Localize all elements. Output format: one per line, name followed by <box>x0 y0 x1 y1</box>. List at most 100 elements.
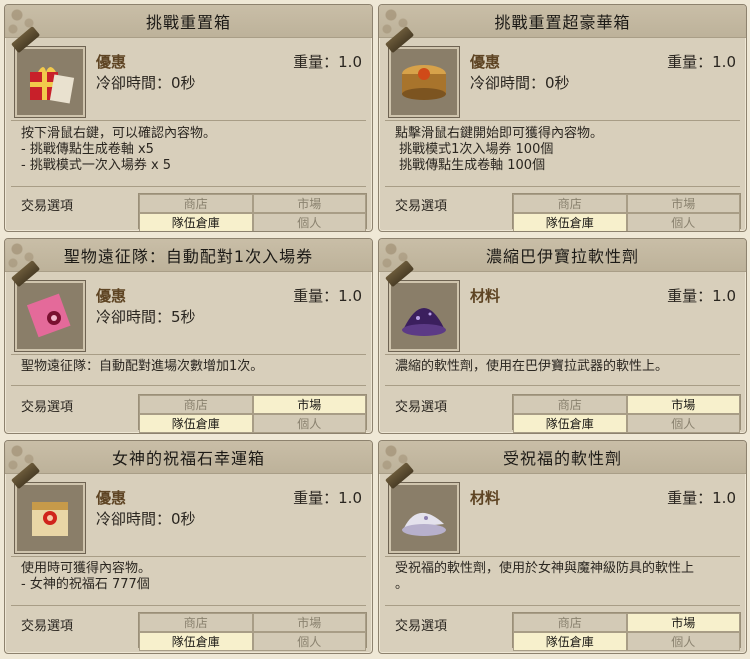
trade-options: 商店 市場 隊伍倉庫 個人 <box>512 193 741 231</box>
item-card: 挑戰重置箱 優惠 重量：1.0 冷卻時間：0秒 按下滑鼠右鍵，可以確認內容物。 … <box>4 4 373 232</box>
lucky-box-icon <box>32 502 68 536</box>
trade-market: 市場 <box>626 194 740 213</box>
trade-team-storage: 隊伍倉庫 <box>139 213 253 231</box>
item-description: 使用時可獲得內容物。 - 女神的祝福石 777個 <box>21 561 362 593</box>
divider <box>385 120 740 121</box>
card-title: 挑戰重置箱 <box>145 13 231 32</box>
item-weight: 重量：1.0 <box>293 287 362 305</box>
item-description: 按下滑鼠右鍵，可以確認內容物。 - 挑戰傳點生成卷軸 x5 - 挑戰模式一次入場… <box>21 126 362 174</box>
trade-shop: 商店 <box>139 194 253 213</box>
trade-shop: 商店 <box>513 194 627 213</box>
trade-personal: 個人 <box>252 414 366 433</box>
trade-options: 商店 市場 隊伍倉庫 個人 <box>138 193 367 231</box>
card-title-bar: 挑戰重置超豪華箱 <box>379 5 746 38</box>
divider <box>385 605 740 606</box>
item-description: 點擊滑鼠右鍵開始即可獲得內容物。 挑戰模式1次入場券 100個 挑戰傳點生成卷軸… <box>395 126 736 174</box>
trade-shop: 商店 <box>513 395 627 414</box>
item-icon-frame[interactable] <box>11 260 86 352</box>
divider <box>385 186 740 187</box>
item-grade: 材料 <box>470 489 501 507</box>
item-description: 受祝福的軟性劑，使用於女神與魔神級防具的軟性上 。 <box>395 561 736 593</box>
item-card: 挑戰重置超豪華箱 優惠 重量：1.0 冷卻時間：0秒 點擊滑鼠右鍵開始即可獲得內… <box>378 4 747 232</box>
trade-label: 交易選項 <box>395 400 448 415</box>
item-cooldown: 冷卻時間：0秒 <box>470 74 570 92</box>
trade-label: 交易選項 <box>21 199 74 214</box>
card-title-bar: 挑戰重置箱 <box>5 5 372 38</box>
item-icon-frame[interactable] <box>11 26 86 118</box>
divider <box>11 556 366 557</box>
item-description: 濃縮的軟性劑，使用在巴伊寶拉武器的軟性上。 <box>395 359 736 375</box>
trade-team-storage: 隊伍倉庫 <box>139 632 253 651</box>
card-title: 女神的祝福石幸運箱 <box>111 449 265 468</box>
item-icon-frame[interactable] <box>385 462 460 554</box>
card-title: 濃縮巴伊寶拉軟性劑 <box>485 247 639 266</box>
item-grade: 優惠 <box>470 53 501 71</box>
item-weight: 重量：1.0 <box>293 489 362 507</box>
trade-shop: 商店 <box>139 613 253 632</box>
desc-line: 挑戰傳點生成卷軸 100個 <box>395 158 546 173</box>
card-title-bar: 女神的祝福石幸運箱 <box>5 441 372 474</box>
trade-options: 商店 市場 隊伍倉庫 個人 <box>138 394 367 433</box>
trade-personal: 個人 <box>626 414 740 433</box>
trade-market: 市場 <box>252 194 366 213</box>
divider <box>385 385 740 386</box>
item-description: 聖物遠征隊：自動配對進場次數增加1次。 <box>21 359 362 375</box>
item-icon-frame[interactable] <box>385 26 460 118</box>
trade-market: 市場 <box>626 613 740 632</box>
item-grade: 材料 <box>470 287 501 305</box>
divider <box>11 605 366 606</box>
item-card: 聖物遠征隊：自動配對1次入場券 優惠 重量：1.0 冷卻時間：5秒 聖物遠征隊：… <box>4 238 373 434</box>
trade-shop: 商店 <box>139 395 253 414</box>
divider <box>11 385 366 386</box>
item-grade: 優惠 <box>96 489 127 507</box>
trade-team-storage: 隊伍倉庫 <box>513 414 627 433</box>
item-cooldown: 冷卻時間：5秒 <box>96 308 196 326</box>
trade-market: 市場 <box>252 395 366 414</box>
item-grade: 優惠 <box>96 287 127 305</box>
trade-market: 市場 <box>626 395 740 414</box>
trade-label: 交易選項 <box>395 619 448 634</box>
item-weight: 重量：1.0 <box>667 287 736 305</box>
card-title: 挑戰重置超豪華箱 <box>494 13 631 32</box>
trade-options: 商店 市場 隊伍倉庫 個人 <box>512 612 741 651</box>
trade-label: 交易選項 <box>395 199 448 214</box>
divider <box>11 186 366 187</box>
deluxe-chest-icon <box>402 65 446 100</box>
desc-line: 使用時可獲得內容物。 <box>21 561 152 576</box>
trade-label: 交易選項 <box>21 400 74 415</box>
card-title-bar: 濃縮巴伊寶拉軟性劑 <box>379 239 746 272</box>
trade-shop: 商店 <box>513 613 627 632</box>
item-weight: 重量：1.0 <box>293 53 362 71</box>
item-weight: 重量：1.0 <box>667 53 736 71</box>
trade-personal: 個人 <box>626 213 740 231</box>
desc-line: 受祝福的軟性劑，使用於女神與魔神級防具的軟性上 <box>395 561 695 576</box>
item-card: 女神的祝福石幸運箱 優惠 重量：1.0 冷卻時間：0秒 使用時可獲得內容物。 -… <box>4 440 373 654</box>
desc-line: 聖物遠征隊：自動配對進場次數增加1次。 <box>21 359 264 374</box>
desc-line: - 挑戰傳點生成卷軸 x5 <box>21 142 154 157</box>
desc-line: 按下滑鼠右鍵，可以確認內容物。 <box>21 126 217 141</box>
item-cooldown: 冷卻時間：0秒 <box>96 510 196 528</box>
card-title: 受祝福的軟性劑 <box>502 449 622 468</box>
divider <box>11 120 366 121</box>
item-cooldown: 冷卻時間：0秒 <box>96 74 196 92</box>
desc-line: - 女神的祝福石 777個 <box>21 577 150 592</box>
trade-team-storage: 隊伍倉庫 <box>513 213 627 231</box>
item-weight: 重量：1.0 <box>667 489 736 507</box>
white-powder-icon <box>402 512 446 536</box>
divider <box>385 354 740 355</box>
trade-options: 商店 市場 隊伍倉庫 個人 <box>138 612 367 651</box>
divider <box>11 354 366 355</box>
trade-personal: 個人 <box>252 632 366 651</box>
trade-team-storage: 隊伍倉庫 <box>139 414 253 433</box>
item-card: 濃縮巴伊寶拉軟性劑 材料 重量：1.0 濃縮的軟性劑，使用在巴伊寶拉武器的軟性上… <box>378 238 747 434</box>
purple-powder-icon <box>402 308 446 336</box>
trade-team-storage: 隊伍倉庫 <box>513 632 627 651</box>
trade-label: 交易選項 <box>21 619 74 634</box>
card-title: 聖物遠征隊：自動配對1次入場券 <box>63 247 314 266</box>
ticket-icon <box>26 293 71 338</box>
item-icon-frame[interactable] <box>385 260 460 352</box>
card-title-bar: 聖物遠征隊：自動配對1次入場券 <box>5 239 372 272</box>
item-icon-frame[interactable] <box>11 462 86 554</box>
divider <box>385 556 740 557</box>
item-card: 受祝福的軟性劑 材料 重量：1.0 受祝福的軟性劑，使用於女神與魔神級防具的軟性… <box>378 440 747 654</box>
